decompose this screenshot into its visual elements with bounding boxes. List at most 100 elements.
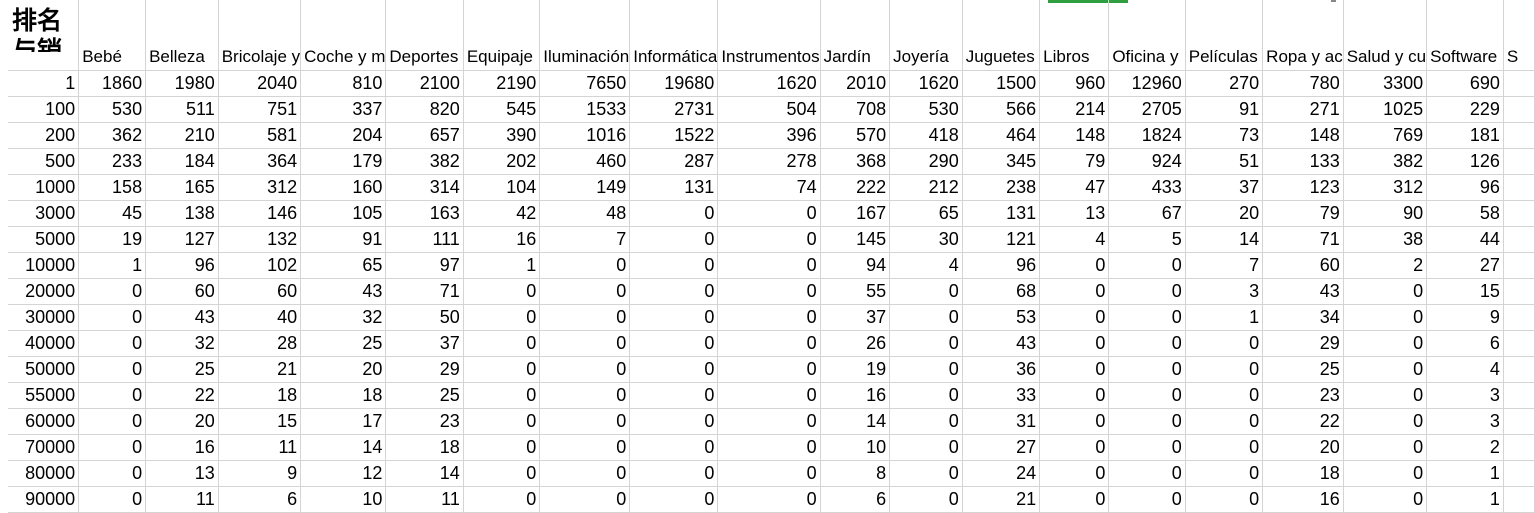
value-cell[interactable]: 2190 [463, 70, 541, 97]
value-cell[interactable]: 0 [463, 408, 541, 435]
value-cell[interactable]: 4 [1426, 356, 1504, 383]
empty-cell[interactable] [1503, 278, 1535, 305]
value-cell[interactable]: 0 [717, 434, 821, 461]
value-cell[interactable]: 60 [1262, 252, 1344, 279]
value-cell[interactable]: 390 [463, 122, 541, 149]
value-cell[interactable]: 17 [300, 408, 387, 435]
value-cell[interactable]: 31 [962, 408, 1041, 435]
value-cell[interactable]: 0 [717, 460, 821, 487]
rank-cell[interactable]: 100 [8, 96, 80, 123]
value-cell[interactable]: 33 [962, 382, 1041, 409]
value-cell[interactable]: 53 [962, 304, 1041, 331]
value-cell[interactable]: 382 [385, 148, 464, 175]
value-cell[interactable]: 0 [1039, 460, 1110, 487]
value-cell[interactable]: 25 [145, 356, 219, 383]
empty-cell[interactable] [1503, 252, 1535, 279]
value-cell[interactable]: 222 [820, 174, 891, 201]
value-cell[interactable]: 364 [218, 148, 302, 175]
value-cell[interactable]: 1620 [889, 70, 963, 97]
value-cell[interactable]: 79 [1039, 148, 1110, 175]
value-cell[interactable]: 0 [78, 486, 147, 513]
value-cell[interactable]: 0 [629, 382, 719, 409]
value-cell[interactable]: 165 [145, 174, 219, 201]
value-cell[interactable]: 18 [1262, 460, 1344, 487]
value-cell[interactable]: 3 [1185, 278, 1264, 305]
value-cell[interactable]: 146 [218, 200, 302, 227]
rank-cell[interactable]: 200 [8, 122, 80, 149]
value-cell[interactable]: 4 [1039, 226, 1110, 253]
rank-cell[interactable]: 55000 [8, 382, 80, 409]
value-cell[interactable]: 362 [78, 122, 147, 149]
value-cell[interactable]: 45 [78, 200, 147, 227]
value-cell[interactable]: 167 [820, 200, 891, 227]
value-cell[interactable]: 43 [1262, 278, 1344, 305]
value-cell[interactable]: 1016 [539, 122, 631, 149]
value-cell[interactable]: 14 [820, 408, 891, 435]
value-cell[interactable]: 19 [820, 356, 891, 383]
value-cell[interactable]: 3300 [1343, 70, 1428, 97]
value-cell[interactable]: 18 [218, 382, 302, 409]
value-cell[interactable]: 0 [889, 408, 963, 435]
value-cell[interactable]: 396 [717, 122, 821, 149]
value-cell[interactable]: 511 [145, 96, 219, 123]
value-cell[interactable]: 0 [463, 330, 541, 357]
value-cell[interactable]: 0 [889, 434, 963, 461]
value-cell[interactable]: 7 [539, 226, 631, 253]
value-cell[interactable]: 67 [1108, 200, 1186, 227]
rank-cell[interactable]: 90000 [8, 486, 80, 513]
value-cell[interactable]: 127 [145, 226, 219, 253]
value-cell[interactable]: 15 [1426, 278, 1504, 305]
empty-cell[interactable] [1503, 70, 1535, 97]
value-cell[interactable]: 47 [1039, 174, 1110, 201]
value-cell[interactable]: 0 [889, 356, 963, 383]
value-cell[interactable]: 25 [385, 382, 464, 409]
value-cell[interactable]: 0 [717, 382, 821, 409]
value-cell[interactable]: 0 [539, 486, 631, 513]
value-cell[interactable]: 530 [78, 96, 147, 123]
empty-cell[interactable] [1503, 226, 1535, 253]
value-cell[interactable]: 36 [962, 356, 1041, 383]
value-cell[interactable]: 104 [463, 174, 541, 201]
value-cell[interactable]: 0 [1185, 408, 1264, 435]
value-cell[interactable]: 32 [145, 330, 219, 357]
value-cell[interactable]: 16 [1262, 486, 1344, 513]
value-cell[interactable]: 0 [889, 486, 963, 513]
value-cell[interactable]: 65 [889, 200, 963, 227]
value-cell[interactable]: 960 [1039, 70, 1110, 97]
column-header-cell[interactable]: Ropa y ac [1262, 0, 1344, 71]
value-cell[interactable]: 278 [717, 148, 821, 175]
empty-cell[interactable] [1503, 408, 1535, 435]
value-cell[interactable]: 71 [385, 278, 464, 305]
value-cell[interactable]: 345 [962, 148, 1041, 175]
value-cell[interactable]: 6 [1426, 330, 1504, 357]
value-cell[interactable]: 132 [218, 226, 302, 253]
value-cell[interactable]: 382 [1343, 148, 1428, 175]
value-cell[interactable]: 0 [889, 382, 963, 409]
value-cell[interactable]: 287 [629, 148, 719, 175]
value-cell[interactable]: 73 [1185, 122, 1264, 149]
value-cell[interactable]: 820 [385, 96, 464, 123]
value-cell[interactable]: 270 [1185, 70, 1264, 97]
value-cell[interactable]: 38 [1343, 226, 1428, 253]
value-cell[interactable]: 0 [1108, 304, 1186, 331]
value-cell[interactable]: 229 [1426, 96, 1504, 123]
value-cell[interactable]: 96 [962, 252, 1041, 279]
empty-cell[interactable] [1503, 96, 1535, 123]
value-cell[interactable]: 0 [717, 200, 821, 227]
value-cell[interactable]: 0 [1185, 486, 1264, 513]
empty-cell[interactable] [1503, 304, 1535, 331]
value-cell[interactable]: 0 [629, 304, 719, 331]
value-cell[interactable]: 0 [539, 434, 631, 461]
value-cell[interactable]: 0 [1108, 460, 1186, 487]
value-cell[interactable]: 123 [1262, 174, 1344, 201]
value-cell[interactable]: 2010 [820, 70, 891, 97]
value-cell[interactable]: 0 [1343, 304, 1428, 331]
value-cell[interactable]: 4 [889, 252, 963, 279]
value-cell[interactable]: 18 [385, 434, 464, 461]
value-cell[interactable]: 0 [629, 486, 719, 513]
value-cell[interactable]: 74 [717, 174, 821, 201]
column-header-cell[interactable]: Equipaje [463, 0, 541, 71]
value-cell[interactable]: 27 [962, 434, 1041, 461]
value-cell[interactable]: 1824 [1108, 122, 1186, 149]
value-cell[interactable]: 570 [820, 122, 891, 149]
